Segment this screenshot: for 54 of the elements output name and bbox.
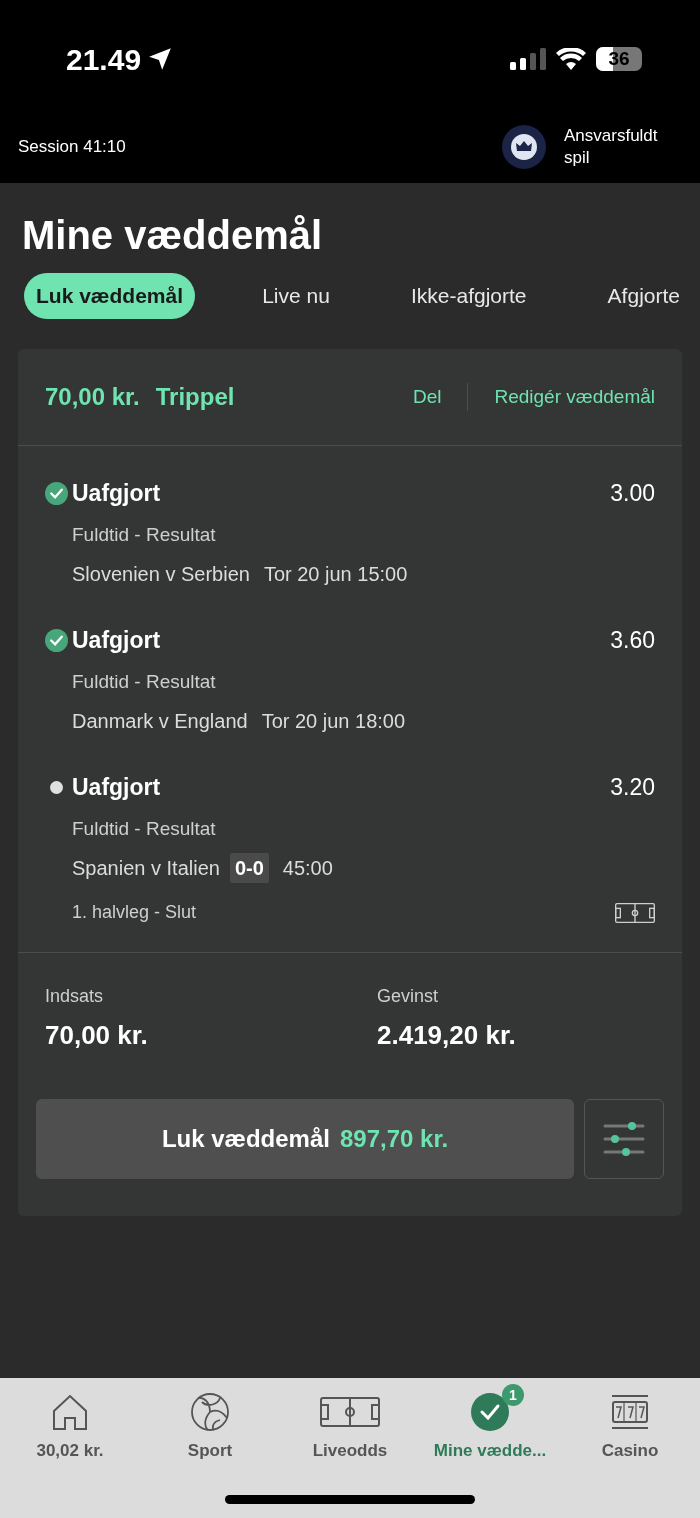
selection-odds: 3.20: [610, 773, 655, 802]
nav-tab[interactable]: 30,02 kr.: [0, 1384, 140, 1464]
check-circle-icon: [470, 1392, 510, 1432]
bet-action-link[interactable]: Del: [412, 382, 468, 412]
volleyball-icon: [190, 1392, 230, 1432]
signal-icon: [510, 48, 546, 70]
filter-tab[interactable]: Luk væddemål: [24, 273, 196, 319]
clock: 21.49: [66, 41, 142, 78]
selection-odds: 3.00: [610, 479, 655, 508]
sliders-icon: [603, 1122, 645, 1156]
home-icon: [50, 1392, 90, 1432]
nav-tab[interactable]: Liveodds: [280, 1384, 420, 1464]
market-label: Fuldtid - Resultat: [72, 522, 217, 547]
selection-odds: 3.60: [610, 626, 655, 655]
market-label: Fuldtid - Resultat: [72, 669, 217, 694]
responsible-gaming-link[interactable]: Ansvarsfuldt spil: [564, 124, 682, 169]
winnings-value: 2.419,20 kr.: [377, 1019, 516, 1052]
pitch-icon: [320, 1397, 380, 1427]
settings-button[interactable]: [584, 1099, 664, 1179]
selection-name: Uafgjort: [72, 479, 161, 508]
match-name: Spanien v Italien: [72, 856, 220, 881]
pitch-icon: [615, 901, 655, 924]
wifi-icon: [556, 48, 586, 70]
check-circle-icon: [45, 481, 68, 505]
page-title: Mine væddemål: [21, 212, 324, 259]
check-circle-icon: [45, 628, 68, 652]
cash-out-button[interactable]: Luk væddemål 897,70 kr.: [36, 1099, 574, 1179]
score-badge: 0-0: [229, 853, 269, 883]
filter-tab[interactable]: Live nu: [248, 273, 344, 319]
winnings-label: Gevinst: [377, 985, 440, 1008]
bet-action-link[interactable]: Redigér væddemål: [467, 382, 655, 412]
location-arrow-icon: [147, 46, 174, 72]
notification-badge: 1: [502, 1384, 524, 1406]
market-label: Fuldtid - Resultat: [72, 816, 217, 841]
stake-label: Indsats: [45, 985, 105, 1008]
nav-tab[interactable]: Casino: [560, 1384, 700, 1464]
match-name: Slovenien v Serbien: [72, 562, 250, 587]
bet-amount: 70,00 kr.: [45, 382, 140, 412]
selection-name: Uafgjort: [72, 773, 161, 802]
bet-type: Trippel: [155, 382, 235, 412]
match-period: 1. halvleg - Slut: [72, 901, 197, 924]
session-timer: Session 41:10: [18, 135, 126, 158]
match-time: Tor 20 jun 18:00: [261, 709, 406, 734]
match-name: Danmark v England: [72, 709, 248, 734]
filter-tab[interactable]: Afgjorte: [593, 273, 694, 319]
nav-tab[interactable]: 1 Mine vædde...: [420, 1384, 560, 1464]
nav-tab[interactable]: Sport: [140, 1384, 280, 1464]
crown-seal-icon: [502, 124, 546, 169]
slot-machine-icon: [610, 1392, 650, 1432]
filter-tab[interactable]: Ikke-afgjorte: [396, 273, 541, 319]
stake-value: 70,00 kr.: [45, 1019, 149, 1052]
match-time: Tor 20 jun 15:00: [263, 562, 408, 587]
selection-name: Uafgjort: [72, 626, 161, 655]
match-time: 45:00: [282, 856, 333, 881]
